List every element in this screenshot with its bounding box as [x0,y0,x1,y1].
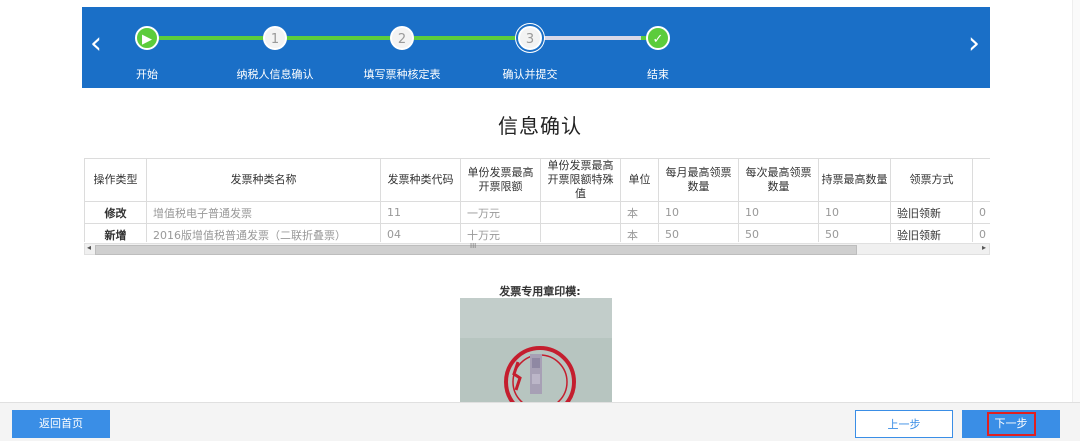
wizard-progress-bar: ‹ › ▶ 1 2 3 ✓ 开始 纳税人信息确认 填写票种核定表 确认并提交 结… [82,7,990,88]
col-header: 离 [972,158,990,202]
invoice-table: 操作类型 发票种类名称 发票种类代码 单份发票最高开票限额 单份发票最高开票限额… [84,158,990,242]
cell-monthly-max: 10 [658,201,739,224]
cell-invoice-code: 11 [380,201,461,224]
table-row[interactable]: 新增 2016版增值税普通发票（二联折叠票） 04 十万元 本 50 50 50… [84,223,990,242]
col-header: 持票最高数量 [818,158,891,202]
step-3-circle: 3 [518,26,542,50]
step-label-confirm-submit: 确认并提交 [502,68,558,81]
wizard-prev-arrow[interactable]: ‹ [90,29,102,59]
cell-operation-type: 新增 [84,223,147,242]
cell-monthly-max: 50 [658,223,739,242]
progress-track-done [159,36,541,40]
page-vertical-scrollbar[interactable] [1072,0,1080,402]
progress-track-pending [541,36,641,40]
cell-invoice-code: 04 [380,223,461,242]
step-label-taxpayer-info: 纳税人信息确认 [236,68,314,81]
col-header: 单份发票最高开票限额 [460,158,541,202]
seal-photo-graphic [460,298,612,402]
table-header-row: 操作类型 发票种类名称 发票种类代码 单份发票最高开票限额 单份发票最高开票限额… [84,158,990,202]
col-header: 发票种类代码 [380,158,461,202]
step-label-fill-form: 填写票种核定表 [363,68,441,81]
cell-per-time-max: 50 [738,223,819,242]
cell-operation-type: 修改 [84,201,147,224]
cell-collect-method: 验旧领新 [890,223,973,242]
cell-max-amount-special [540,223,621,242]
cell-max-amount-special [540,201,621,224]
back-home-button[interactable]: 返回首页 [12,410,110,438]
col-header: 单位 [620,158,659,202]
scroll-left-arrow-icon[interactable]: ◂ [87,243,91,252]
cell-per-time-max: 10 [738,201,819,224]
table-horizontal-scrollbar[interactable]: ◂ III ▸ [84,242,990,255]
step-start-play-icon: ▶ [135,26,159,50]
step-label-end: 结束 [647,68,669,81]
wizard-next-arrow[interactable]: › [968,29,980,59]
col-header: 操作类型 [84,158,147,202]
footer-bar: 返回首页 上一步 下一步 [0,402,1080,441]
col-header: 单份发票最高开票限额特殊值 [540,158,621,202]
cell-max-amount: 十万元 [460,223,541,242]
invoice-table-container[interactable]: 操作类型 发票种类名称 发票种类代码 单份发票最高开票限额 单份发票最高开票限额… [84,158,990,242]
previous-step-button[interactable]: 上一步 [855,410,953,438]
step-end-check-icon: ✓ [646,26,670,50]
page-title: 信息确认 [498,114,582,138]
cell-unit: 本 [620,223,659,242]
col-header: 每次最高领票数量 [738,158,819,202]
next-step-label: 下一步 [986,412,1036,436]
next-step-button[interactable]: 下一步 [962,410,1060,438]
scroll-right-arrow-icon[interactable]: ▸ [982,243,986,252]
cell-extra: 0 [972,223,990,242]
cell-unit: 本 [620,201,659,224]
cell-invoice-name: 增值税电子普通发票 [146,201,381,224]
cell-hold-max: 10 [818,201,891,224]
step-label-start: 开始 [136,68,158,81]
step-1-circle: 1 [263,26,287,50]
invoice-seal-image [460,298,612,402]
seal-label: 发票专用章印模: [499,285,581,298]
cell-collect-method: 验旧领新 [890,201,973,224]
scrollbar-grip-icon: III [470,242,477,250]
cell-extra: 0 [972,201,990,224]
cell-invoice-name: 2016版增值税普通发票（二联折叠票） [146,223,381,242]
cell-max-amount: 一万元 [460,201,541,224]
table-row[interactable]: 修改 增值税电子普通发票 11 一万元 本 10 10 10 验旧领新 0 [84,201,990,224]
col-header: 发票种类名称 [146,158,381,202]
col-header: 每月最高领票数量 [658,158,739,202]
step-2-circle: 2 [390,26,414,50]
col-header: 领票方式 [890,158,973,202]
cell-hold-max: 50 [818,223,891,242]
